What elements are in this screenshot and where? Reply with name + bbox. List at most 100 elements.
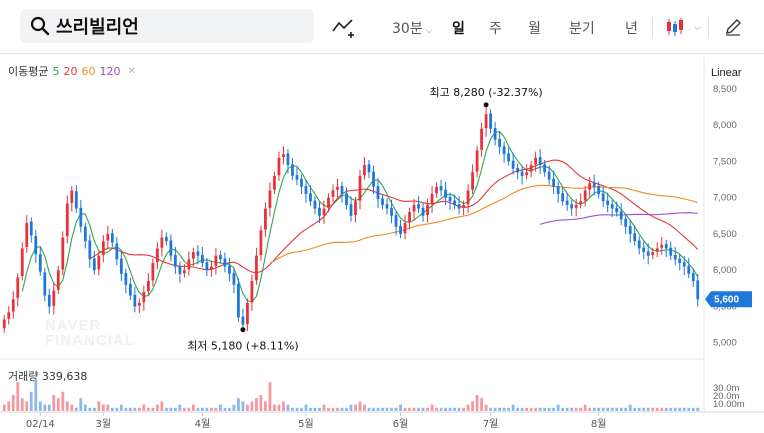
candle <box>529 160 533 178</box>
candle <box>412 198 416 221</box>
candle-body <box>435 186 438 194</box>
x-tick-label: 6월 <box>393 418 409 430</box>
candle <box>151 258 155 287</box>
candle <box>273 171 276 195</box>
candle <box>92 250 96 275</box>
volume-bar <box>151 407 155 411</box>
volume-bar <box>318 407 321 411</box>
volume-bar <box>615 407 619 411</box>
volume-bar <box>142 404 146 411</box>
candle-body <box>241 316 245 325</box>
volume-bar <box>200 407 204 411</box>
candle <box>403 215 407 240</box>
x-tick-label: 5월 <box>298 418 314 430</box>
candle <box>52 282 56 315</box>
volume-bar <box>367 407 371 411</box>
y-tick-label: 6,000 <box>713 265 737 276</box>
candle <box>556 181 560 203</box>
candle-body <box>687 265 691 274</box>
candle-body <box>615 207 619 213</box>
low-marker <box>240 327 246 333</box>
volume-bar <box>682 407 686 411</box>
candle-body <box>160 237 164 248</box>
candle-body <box>124 273 128 285</box>
candle-body <box>367 164 371 173</box>
candle-body <box>655 248 659 252</box>
volume-bar <box>655 407 659 411</box>
candle-body <box>516 167 520 173</box>
volume-bar <box>182 407 186 411</box>
volume-bar <box>646 407 650 411</box>
candle <box>358 169 362 210</box>
candle <box>282 146 285 165</box>
volume-bar <box>133 407 137 411</box>
volume-bar <box>34 379 38 411</box>
candle <box>385 198 389 215</box>
volume-bar <box>579 407 583 411</box>
volume-bar <box>70 404 74 411</box>
candle-body <box>142 291 146 303</box>
candle-body <box>457 204 461 209</box>
candle-body <box>74 191 78 209</box>
candle <box>376 178 380 208</box>
candle-body <box>232 273 236 285</box>
candle <box>304 179 308 203</box>
candle-body <box>331 190 335 197</box>
volume-bar <box>169 407 173 411</box>
volume-bar <box>480 398 483 411</box>
volume-bar <box>606 407 610 411</box>
candle <box>146 273 150 296</box>
volume-tick-label: 10.00m <box>713 399 745 410</box>
candle <box>223 252 227 273</box>
candle-body <box>97 255 101 270</box>
candle-body <box>101 241 105 255</box>
volume-bar <box>20 398 24 411</box>
volume-bar <box>97 401 101 411</box>
candle-body <box>642 247 646 253</box>
volume-bar <box>110 407 114 411</box>
candle <box>349 196 353 222</box>
candle <box>228 257 231 282</box>
candle <box>340 181 344 203</box>
volume-bar <box>128 407 132 411</box>
volume-bar <box>547 407 551 411</box>
candle-body <box>696 280 700 300</box>
volume-bar <box>642 407 646 411</box>
volume-bar <box>205 407 209 411</box>
candle <box>25 215 29 253</box>
volume-bar <box>385 407 389 411</box>
candle-body <box>502 146 506 155</box>
volume-bar <box>484 404 488 411</box>
candle-body <box>61 237 65 270</box>
candle-body <box>561 193 565 202</box>
candle <box>291 158 294 181</box>
watermark-line-2: FINANCIAL <box>45 332 135 349</box>
price-chart[interactable]: NAVER FINANCIAL 8,500 8,000 7,500 7,000 6,50… <box>0 0 764 433</box>
volume-bar <box>65 401 69 411</box>
candle-body <box>547 171 551 180</box>
candle <box>363 157 366 180</box>
candle <box>426 198 429 223</box>
candle-body <box>52 290 56 306</box>
candle-body <box>250 281 254 303</box>
candle-body <box>119 258 123 274</box>
volume-bar <box>7 401 11 411</box>
candle-body <box>354 201 357 216</box>
volume-bar <box>273 404 276 411</box>
x-tick-label: 4월 <box>195 418 211 430</box>
candle-body <box>43 272 47 296</box>
candle <box>642 241 646 260</box>
candle <box>61 231 65 276</box>
volume-bar <box>340 407 344 411</box>
candle-body <box>376 186 380 200</box>
candle-body <box>187 259 191 270</box>
volume-bar <box>525 407 529 411</box>
candle <box>142 285 146 311</box>
candle-body <box>246 302 249 324</box>
volume-bar <box>237 398 240 411</box>
volume-bar <box>300 407 303 411</box>
candle <box>137 298 141 314</box>
candle-body <box>7 312 11 319</box>
volume-bar <box>74 407 78 411</box>
candle <box>417 196 420 213</box>
